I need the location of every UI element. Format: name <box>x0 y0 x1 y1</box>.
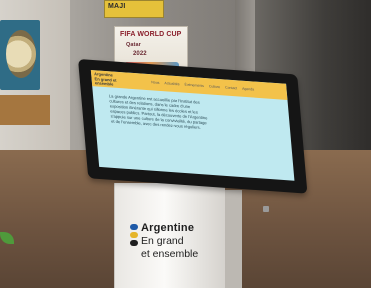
screen-body-text: La grande Argentine est accueillie par l… <box>109 93 209 130</box>
screen-paragraph: La grande Argentine est accueillie par l… <box>108 93 208 130</box>
kiosk-touchscreen[interactable]: Argentine En grand et ensemble Nous Actu… <box>90 69 295 181</box>
stand-logo-line1: Argentine <box>141 222 195 234</box>
screen-nav-link[interactable]: Nous <box>151 80 159 85</box>
screen-nav-link[interactable]: Agenda <box>242 87 254 92</box>
stand-shadow <box>222 190 242 288</box>
kiosk-screen-bezel: Argentine En grand et ensemble Nous Actu… <box>78 59 308 194</box>
stand-logo-line3: et ensemble <box>141 248 199 260</box>
screen-nav-link[interactable]: Actualités <box>164 81 179 86</box>
screen-nav-link[interactable]: Culture <box>209 84 221 89</box>
poster-year: 2022 <box>133 51 147 57</box>
poster-brand: MAJI <box>108 3 126 10</box>
poster-headline: FIFA WORLD CUP <box>120 31 182 38</box>
screen-nav-links: Nous Actualités Évènements Culture Conta… <box>151 80 254 91</box>
photo-scene: MAJI FIFA WORLD CUP Qatar 2022 Argentine… <box>0 0 371 288</box>
screen-nav-brand[interactable]: Argentine En grand et ensemble <box>94 71 117 87</box>
wall-display <box>0 20 40 90</box>
argentine-logo-icon <box>130 224 138 252</box>
screen-nav-link[interactable]: Évènements <box>184 83 204 88</box>
screen-nav-link[interactable]: Contact <box>225 85 237 90</box>
wooden-panel <box>0 95 50 125</box>
kiosk-power-button[interactable] <box>263 206 269 212</box>
poster-subline: Qatar <box>126 42 141 48</box>
stand-logo-line2: En grand <box>141 235 184 247</box>
